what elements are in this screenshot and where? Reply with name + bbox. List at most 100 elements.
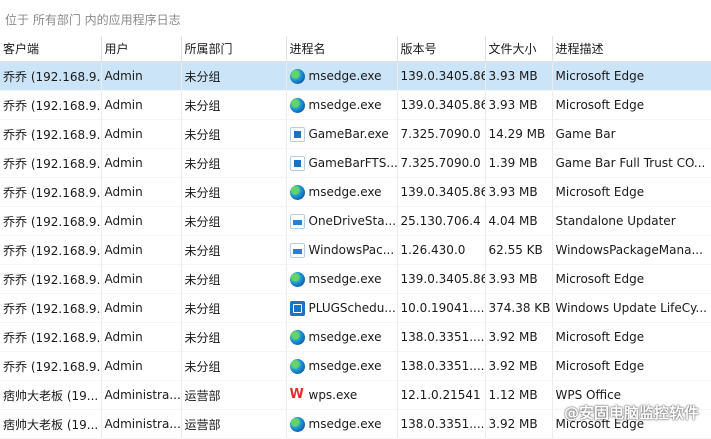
cell-department: 运营部 [181, 409, 287, 439]
cell-process-description: Microsoft Edge [552, 264, 711, 294]
process-name-text: wps.exe [308, 388, 358, 402]
cell-client: 痞帅大老板 (19... [0, 380, 102, 410]
cell-file-size: 62.55 KB [485, 235, 553, 265]
process-name-text: msedge.exe [308, 185, 382, 199]
cell-process-description: Standalone Updater [552, 206, 711, 236]
app-log-table: 客户端 用户 所属部门 进程名 版本号 文件大小 进程描述 乔乔 (192.16… [0, 36, 711, 439]
cell-process-name: msedge.exe [286, 351, 398, 381]
windows-update-icon [289, 300, 305, 316]
cell-file-size: 374.38 KB [485, 293, 553, 323]
cell-department: 未分组 [181, 322, 287, 352]
edge-icon [289, 184, 305, 200]
log-search-input[interactable] [3, 12, 697, 28]
cell-file-size: 3.93 MB [485, 264, 553, 294]
column-header-user[interactable]: 用户 [101, 36, 182, 62]
table-row[interactable]: 乔乔 (192.168.9... Admin 未分组 msedge.exe 139.0.… [0, 177, 711, 207]
cell-process-description: Microsoft Edge [552, 90, 711, 120]
cell-user: Administra... [101, 380, 182, 410]
cell-process-description: Microsoft Edge [552, 322, 711, 352]
table-row[interactable]: 乔乔 (192.168.9... Admin 未分组 msedge.exe 139.0.… [0, 264, 711, 294]
cell-process-name: WindowsPac... [286, 235, 398, 265]
cell-version: 7.325.7090.0 [397, 119, 486, 149]
cell-department: 未分组 [181, 293, 287, 323]
process-name-text: GameBar.exe [308, 127, 389, 141]
app-box-icon [289, 242, 305, 258]
process-name-text: msedge.exe [308, 69, 382, 83]
cell-file-size: 4.04 MB [485, 206, 553, 236]
cell-process-description: Microsoft Edge [552, 177, 711, 207]
cell-user: Admin [101, 351, 182, 381]
cell-client: 乔乔 (192.168.9... [0, 293, 102, 323]
cell-process-name: OneDriveSta... [286, 206, 398, 236]
cell-department: 未分组 [181, 148, 287, 178]
edge-icon [289, 358, 305, 374]
cell-process-name: GameBarFTS... [286, 148, 398, 178]
table-row[interactable]: 乔乔 (192.168.9... Admin 未分组 PLUGSchedu... 10.… [0, 293, 711, 323]
process-name-text: PLUGSchedu... [308, 301, 396, 315]
cell-process-name: msedge.exe [286, 409, 398, 439]
log-search-bar[interactable] [0, 0, 711, 36]
cell-process-name: msedge.exe [286, 61, 398, 91]
cell-file-size: 3.93 MB [485, 177, 553, 207]
cell-process-name: GameBar.exe [286, 119, 398, 149]
cell-user: Admin [101, 264, 182, 294]
app-box-icon [289, 213, 305, 229]
column-header-department[interactable]: 所属部门 [181, 36, 287, 62]
cell-version: 12.1.0.21541 [397, 380, 486, 410]
cell-department: 未分组 [181, 90, 287, 120]
cell-department: 未分组 [181, 119, 287, 149]
cell-file-size: 3.93 MB [485, 61, 553, 91]
cell-department: 运营部 [181, 380, 287, 410]
cell-client: 乔乔 (192.168.9... [0, 264, 102, 294]
edge-icon [289, 271, 305, 287]
cell-user: Admin [101, 293, 182, 323]
cell-process-description: Game Bar Full Trust CO... [552, 148, 711, 178]
table-row[interactable]: 乔乔 (192.168.9... Admin 未分组 msedge.exe 138.0.… [0, 322, 711, 352]
column-header-process-name[interactable]: 进程名 [286, 36, 398, 62]
process-name-text: OneDriveSta... [308, 214, 397, 228]
edge-icon [289, 416, 305, 432]
table-header-row: 客户端 用户 所属部门 进程名 版本号 文件大小 进程描述 [0, 36, 711, 62]
cell-user: Admin [101, 235, 182, 265]
cell-file-size: 14.29 MB [485, 119, 553, 149]
table-row[interactable]: 乔乔 (192.168.9... Admin 未分组 msedge.exe 139.0.… [0, 90, 711, 120]
cell-version: 139.0.3405.86 [397, 61, 486, 91]
column-header-file-size[interactable]: 文件大小 [485, 36, 553, 62]
table-row[interactable]: 乔乔 (192.168.9... Admin 未分组 WindowsPac... 1.2… [0, 235, 711, 265]
edge-icon [289, 68, 305, 84]
cell-version: 25.130.706.4 [397, 206, 486, 236]
cell-file-size: 1.39 MB [485, 148, 553, 178]
cell-department: 未分组 [181, 61, 287, 91]
cell-user: Admin [101, 322, 182, 352]
cell-process-description: Microsoft Edge [552, 351, 711, 381]
cell-file-size: 3.93 MB [485, 90, 553, 120]
cell-user: Admin [101, 177, 182, 207]
cell-process-name: msedge.exe [286, 90, 398, 120]
cell-department: 未分组 [181, 206, 287, 236]
table-row[interactable]: 乔乔 (192.168.9... Admin 未分组 GameBarFTS... 7.3… [0, 148, 711, 178]
cell-process-name: msedge.exe [286, 322, 398, 352]
cell-version: 10.0.19041.... [397, 293, 486, 323]
table-row[interactable]: 乔乔 (192.168.9... Admin 未分组 msedge.exe 139.0.… [0, 61, 711, 91]
process-name-text: msedge.exe [308, 272, 382, 286]
column-header-client[interactable]: 客户端 [0, 36, 102, 62]
process-name-text: GameBarFTS... [308, 156, 397, 170]
edge-icon [289, 97, 305, 113]
process-name-text: msedge.exe [308, 417, 382, 431]
cell-process-name: msedge.exe [286, 264, 398, 294]
cell-user: Admin [101, 90, 182, 120]
cell-client: 乔乔 (192.168.9... [0, 119, 102, 149]
cell-process-name: msedge.exe [286, 177, 398, 207]
cell-process-name: wps.exe [286, 380, 398, 410]
table-row[interactable]: 乔乔 (192.168.9... Admin 未分组 GameBar.exe 7.325… [0, 119, 711, 149]
cell-file-size: 3.92 MB [485, 351, 553, 381]
table-row[interactable]: 乔乔 (192.168.9... Admin 未分组 msedge.exe 138.0.… [0, 351, 711, 381]
cell-department: 未分组 [181, 235, 287, 265]
cell-user: Admin [101, 119, 182, 149]
cell-client: 乔乔 (192.168.9... [0, 61, 102, 91]
column-header-version[interactable]: 版本号 [397, 36, 486, 62]
cell-user: Administra... [101, 409, 182, 439]
cell-version: 139.0.3405.86 [397, 90, 486, 120]
table-row[interactable]: 乔乔 (192.168.9... Admin 未分组 OneDriveSta... 25… [0, 206, 711, 236]
column-header-process-description[interactable]: 进程描述 [552, 36, 711, 62]
